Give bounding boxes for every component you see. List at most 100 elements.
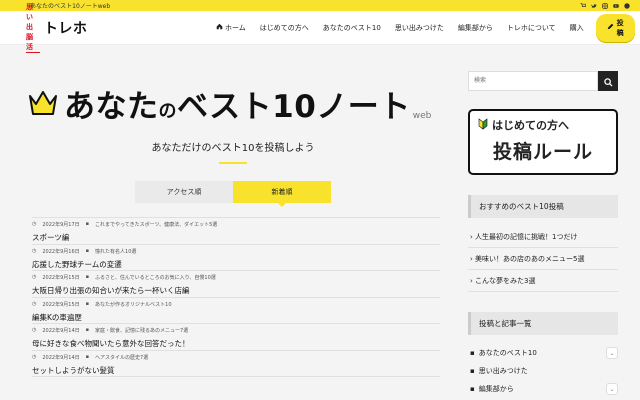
post-meta: ◷ 2022年9月16日 ▪ 憧れた有名人10選 [32,248,440,255]
category-item-label: 編集部から [478,385,514,393]
folder-icon: ▪ [85,327,90,333]
post-button[interactable]: 投稿 [595,13,635,42]
post-category[interactable]: 家庭・飲食、記憶に残るあのメニュー7選 [95,327,188,334]
nav-editorial-label: 編集部から [457,23,493,32]
post-category[interactable]: ヘアスタイルの歴史7選 [95,354,148,361]
post-title[interactable]: 母に好きな食べ物聞いたら意外な回答だった！ [32,338,440,349]
recommended-item-label: 美味い！あの店のあのメニュー5選 [475,255,585,263]
list-item[interactable]: ◷ 2022年9月15日 ▪ ふるさと、住んでいるところのお気に入り、自慢10選 大… [32,271,440,298]
clock-icon: ◷ [32,300,37,307]
post-title[interactable]: 大阪日帰り出張の知合いが来たら一杯いく店編 [32,285,440,296]
post-title[interactable]: 編集Kの車遍歴 [32,312,440,323]
folder-icon: ▪ [470,349,475,357]
nav-purchase[interactable]: 購入 [570,23,584,33]
nav-memories[interactable]: 思い出みつけた [395,23,444,33]
post-title[interactable]: スポーツ編 [32,232,440,243]
post-button-label: 投稿 [616,18,624,37]
nav-beginners[interactable]: はじめての方へ [260,23,309,33]
post-title[interactable]: セットしようがない髪質 [32,365,440,376]
search-form [468,71,618,91]
post-date: 2022年9月16日 [42,248,80,255]
list-item[interactable]: ◷ 2022年9月14日 ▪ ヘアスタイルの歴史7選 セットしようがない髪質 [32,351,440,377]
list-item[interactable]: ◷ 2022年9月14日 ▪ 家庭・飲食、記憶に残るあのメニュー7選 母に好きな食べ… [32,324,440,351]
recommended-item[interactable]: › 美味い！あの店のあのメニュー5選 [468,248,618,270]
nav-about-label: トレホについて [506,23,556,32]
twitter-icon[interactable] [591,3,597,9]
line-icon[interactable] [624,2,630,9]
site-header: 思い出脳活 トレホ ホーム はじめての方へ あなたのベスト10 思い出みつけた … [0,3,640,53]
list-item[interactable]: ◷ 2022年9月16日 ▪ 憧れた有名人10選 応援した野球チームの変遷 [32,245,440,271]
hero-web: web [412,111,432,121]
chevron-down-icon[interactable]: ⌄ [606,383,618,395]
nav-best10[interactable]: あなたのベスト10 [323,23,381,33]
post-category[interactable]: あなたが作るオリジナルベスト10 [95,301,171,308]
post-title[interactable]: 応援した野球チームの変遷 [32,259,440,270]
clock-icon: ◷ [32,274,37,280]
crown-icon [29,91,57,115]
category-item-main: ▪ あなたのベスト10 [470,348,537,358]
folder-icon: ▪ [85,247,90,254]
folder-icon: ▪ [470,385,475,393]
category-list: ▪ あなたのベスト10 ⌄ ▪ 思い出みつけた ▪ 編集部から ⌄ [468,343,618,398]
post-category[interactable]: これまでやってきたスポーツ、健康法、ダイエット5選 [95,221,217,228]
post-date: 2022年9月15日 [42,275,80,281]
cart-icon[interactable] [580,2,587,9]
category-heading: 投稿と記事一覧 [468,312,618,335]
site-logo[interactable]: 思い出脳活 トレホ [26,2,206,53]
clock-icon: ◷ [32,247,37,254]
recommended-heading: おすすめのベスト10投稿 [468,195,618,218]
post-date: 2022年9月14日 [42,354,80,361]
tab-newest[interactable]: 新着順 [233,181,331,207]
home-icon [216,23,223,32]
category-item-main: ▪ 思い出みつけた [470,366,528,376]
category-item-main: ▪ 編集部から [470,384,514,394]
post-meta: ◷ 2022年9月15日 ▪ あなたが作るオリジナルベスト10 [32,301,440,308]
category-item[interactable]: ▪ あなたのベスト10 ⌄ [468,343,618,362]
rules-banner[interactable]: はじめての方へ 投稿ルール [468,109,618,175]
clock-icon: ◷ [32,353,37,360]
rules-line1-text: はじめての方へ [492,119,569,132]
search-button[interactable] [598,71,618,91]
recommended-item-label: 人生最初の記憶に挑戦！1つだけ [475,233,578,241]
list-item[interactable]: ◷ 2022年9月17日 ▪ これまでやってきたスポーツ、健康法、ダイエット5選 ス… [32,218,440,245]
hero-title-a: あなた [64,88,159,125]
post-category[interactable]: ふるさと、住んでいるところのお気に入り、自慢10選 [95,274,216,281]
logo-main: トレホ [43,20,88,37]
hero-title: あなたのベスト10ノート [64,81,411,126]
nav-home[interactable]: ホーム [216,23,246,33]
youtube-icon[interactable] [613,3,619,9]
nav-editorial[interactable]: 編集部から [458,23,493,33]
recommended-list: › 人生最初の記憶に挑戦！1つだけ › 美味い！あの店のあのメニュー5選 › こ… [468,226,618,292]
tab-access[interactable]: アクセス順 [135,181,233,203]
folder-icon: ▪ [85,274,90,280]
search-input[interactable] [468,71,598,91]
post-meta: ◷ 2022年9月14日 ▪ 家庭・飲食、記憶に残るあのメニュー7選 [32,327,440,334]
post-date: 2022年9月17日 [42,222,80,228]
category-item-label: 思い出みつけた [478,367,528,375]
post-meta: ◷ 2022年9月14日 ▪ ヘアスタイルの歴史7選 [32,354,440,361]
search-icon [603,72,613,91]
post-date: 2022年9月14日 [42,328,80,334]
post-meta: ◷ 2022年9月15日 ▪ ふるさと、住んでいるところのお気に入り、自慢10選 [32,274,440,281]
rules-line2: 投稿ルール [492,141,593,163]
recommended-item-label: こんな夢をみた3選 [475,277,536,285]
rules-line1: はじめての方へ [478,117,608,133]
nav-best10-label: あなたのベスト10 [322,23,381,32]
post-category[interactable]: 憧れた有名人10選 [95,248,136,255]
recommended-item[interactable]: › 人生最初の記憶に挑戦！1つだけ [468,226,618,248]
nav-about[interactable]: トレホについて [507,23,556,33]
hero-banner: あなたのベスト10ノート web [28,71,438,135]
sort-tabs: アクセス順 新着順 [28,181,438,207]
category-item[interactable]: ▪ 思い出みつけた [468,362,618,379]
folder-icon: ▪ [470,367,475,375]
social-icons [580,2,630,9]
chevron-down-icon[interactable]: ⌄ [606,347,618,359]
post-list: ◷ 2022年9月17日 ▪ これまでやってきたスポーツ、健康法、ダイエット5選 ス… [32,217,440,377]
recommended-item[interactable]: › こんな夢をみた3選 [468,270,618,292]
nav-beginners-label: はじめての方へ [259,23,309,32]
instagram-icon[interactable] [602,2,608,9]
nav-home-label: ホーム [225,23,246,32]
list-item[interactable]: ◷ 2022年9月15日 ▪ あなたが作るオリジナルベスト10 編集Kの車遍歴 [32,298,440,324]
nav-purchase-label: 購入 [569,23,584,32]
category-item[interactable]: ▪ 編集部から ⌄ [468,379,618,398]
